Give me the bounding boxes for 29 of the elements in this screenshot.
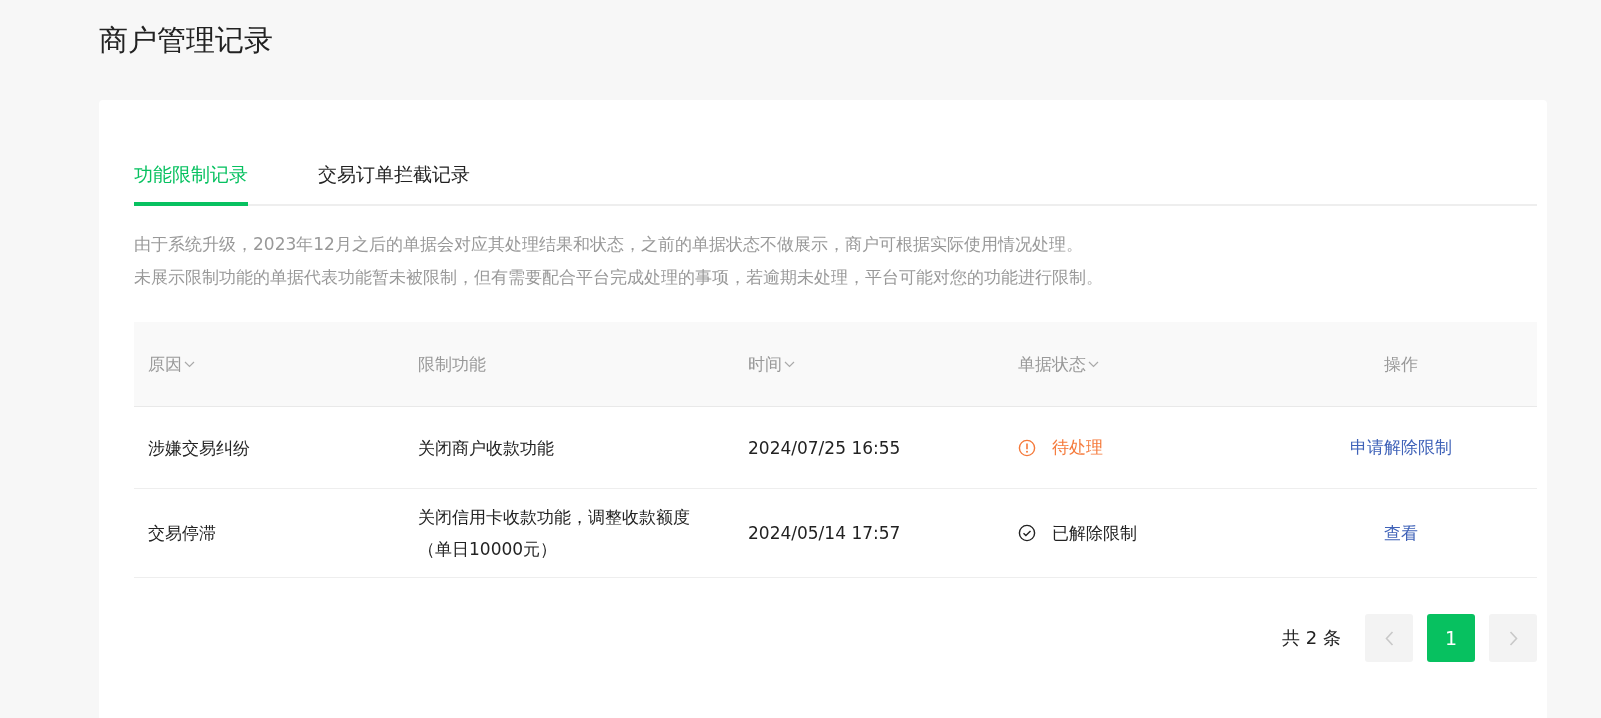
column-header[interactable]: 单据状态 bbox=[1018, 352, 1099, 376]
column-header: 操作 bbox=[1383, 352, 1418, 376]
table-cell-text: 关闭信用卡收款功能，调整收款额度（单日10000元） bbox=[418, 506, 691, 561]
table-cell-text: 交易停滞 bbox=[148, 522, 216, 545]
notice-text: 未展示限制功能的单据代表功能暂未被限制，但有需要配合平台完成处理的事项，若逾期未处理，平台可能对您的功能进行限制。 bbox=[134, 266, 1104, 289]
status-text: 待处理 bbox=[1052, 436, 1103, 459]
tab[interactable]: 交易订单拦截记录 bbox=[318, 152, 470, 206]
exclamation-circle-icon bbox=[1018, 438, 1036, 457]
sort-caret-icon[interactable] bbox=[1088, 360, 1099, 368]
check-circle-icon bbox=[1018, 524, 1036, 542]
column-header[interactable]: 原因 bbox=[148, 352, 195, 376]
action-link[interactable]: 查看 bbox=[1383, 521, 1418, 545]
table-cell-text: 2024/05/14 17:57 bbox=[748, 522, 901, 545]
column-header[interactable]: 时间 bbox=[748, 352, 795, 376]
tab[interactable]: 功能限制记录 bbox=[134, 152, 248, 206]
action-link[interactable]: 申请解除限制 bbox=[1349, 436, 1452, 459]
total-count: 共 2 条 bbox=[1282, 626, 1341, 650]
sort-caret-icon[interactable] bbox=[784, 360, 795, 368]
chevron-right-icon bbox=[1508, 630, 1518, 646]
table-cell-text: 2024/07/25 16:55 bbox=[748, 436, 901, 460]
status-text: 已解除限制 bbox=[1052, 521, 1137, 545]
page-button[interactable]: 1 bbox=[1427, 614, 1475, 662]
notice-text: 由于系统升级，2023年12月之后的单据会对应其处理结果和状态，之前的单据状态不做展示，商户可根据实际使用情况处理。 bbox=[134, 233, 1084, 256]
table-cell-text: 涉嫌交易纠纷 bbox=[148, 436, 250, 460]
column-header: 限制功能 bbox=[418, 352, 486, 376]
page-title: 商户管理记录 bbox=[99, 22, 274, 59]
chevron-left-icon bbox=[1384, 630, 1394, 646]
sort-caret-icon[interactable] bbox=[184, 360, 195, 368]
table-cell-text: 关闭商户收款功能 bbox=[418, 436, 554, 460]
